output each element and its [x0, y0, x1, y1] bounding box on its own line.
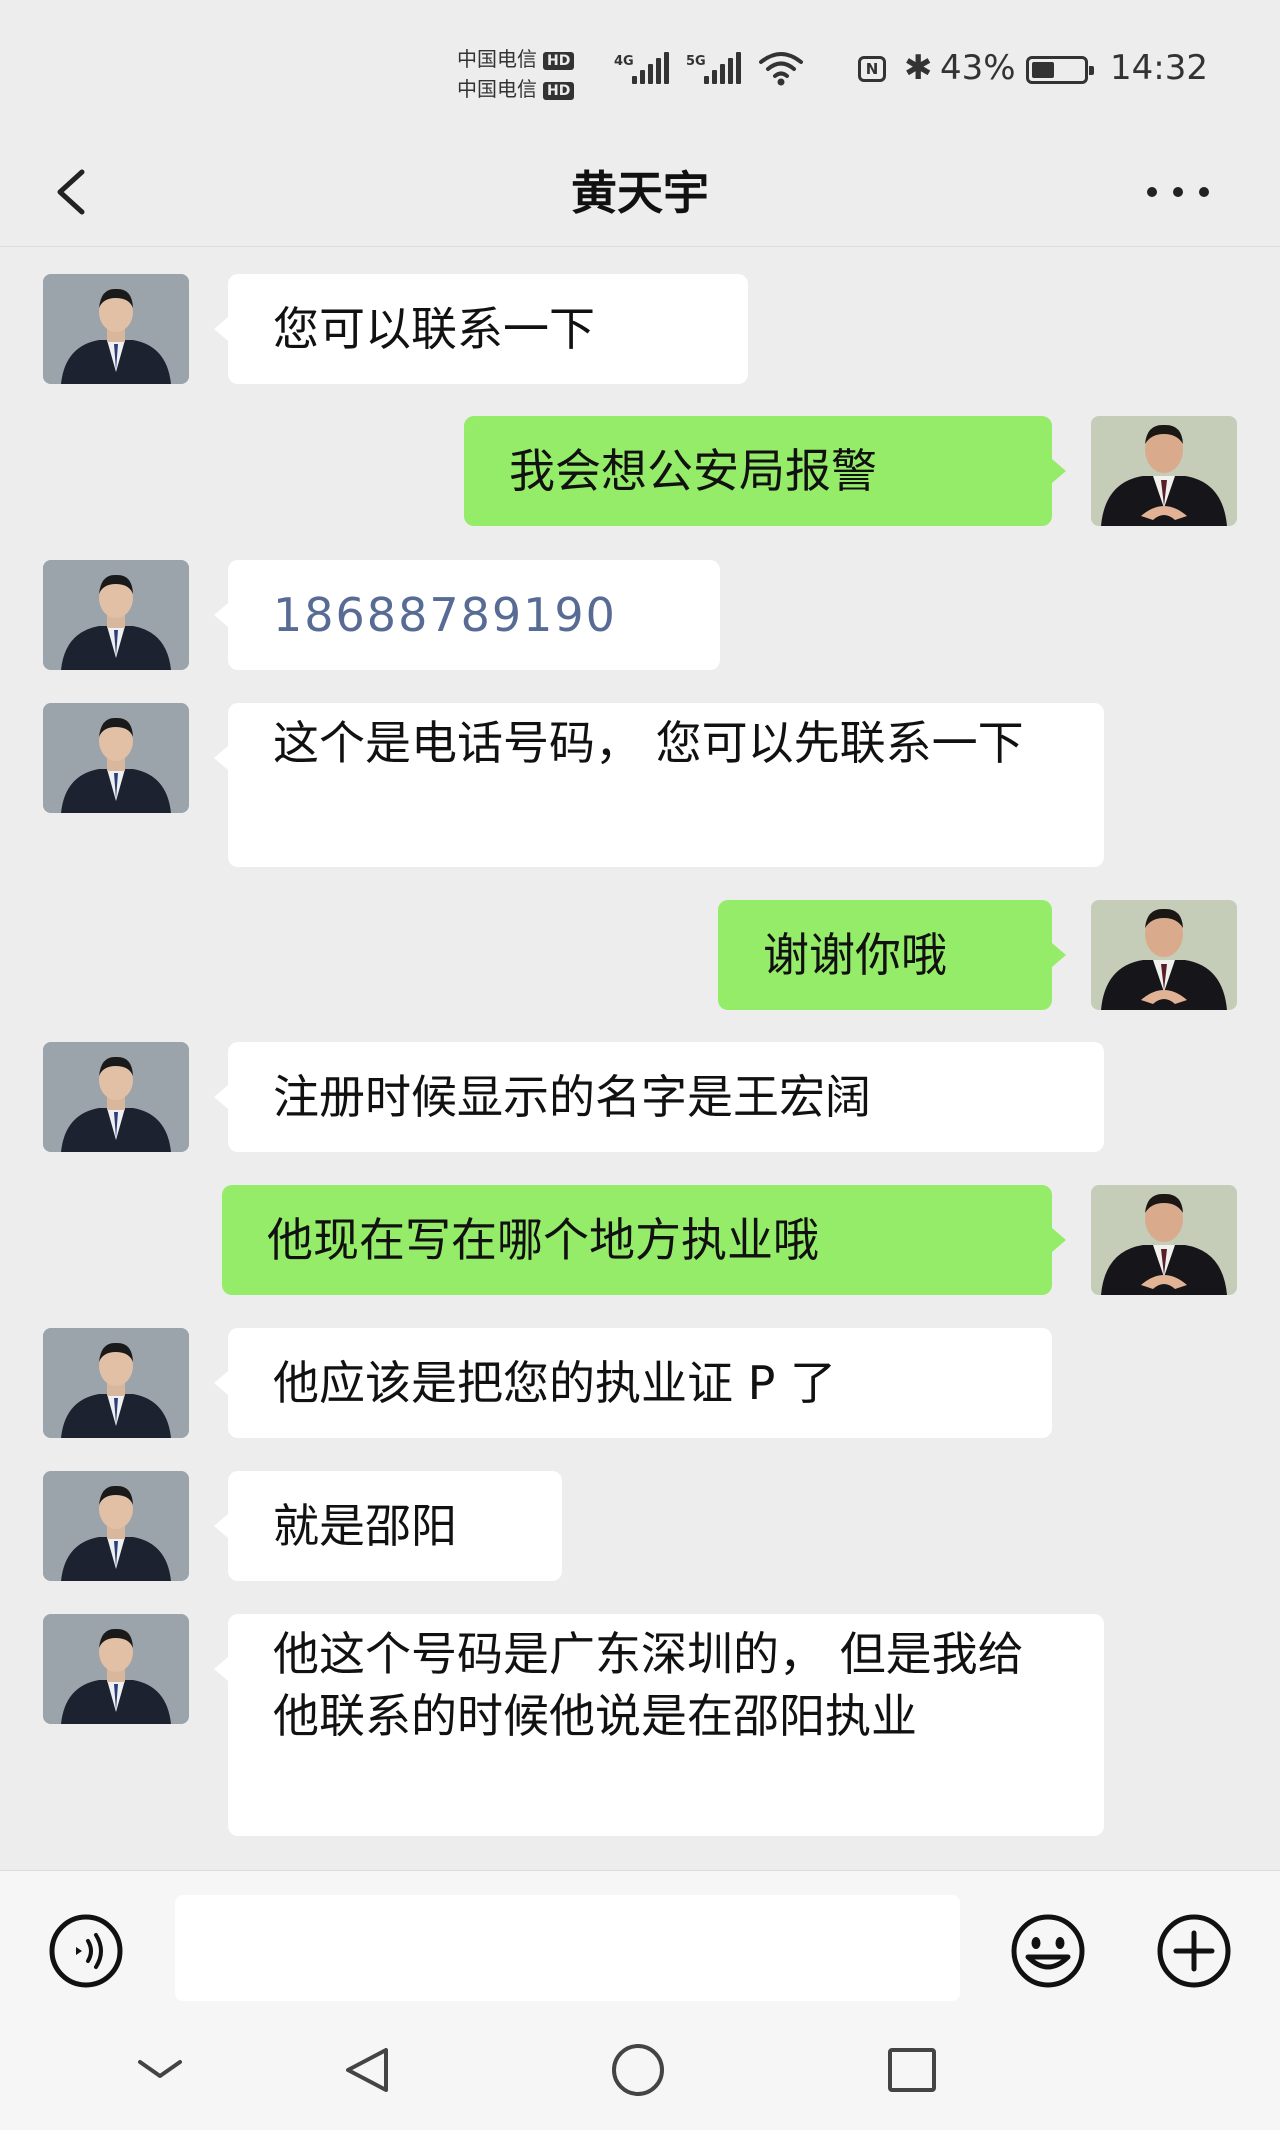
plus-button[interactable] — [1144, 1913, 1244, 1993]
carrier-2: 中国电信 — [457, 77, 537, 101]
voice-icon — [49, 1914, 123, 1988]
contact-avatar[interactable] — [43, 274, 189, 384]
incoming-message[interactable]: 他应该是把您的执业证 P 了 — [214, 1328, 1052, 1438]
status-bar: 中国电信 HD 中国电信 HD 4G 5G N ✱ 43% 14:32 — [0, 0, 1280, 140]
contact-avatar[interactable] — [43, 703, 189, 813]
nav-hide-button[interactable] — [130, 2040, 190, 2104]
signal-4g-label: 4G — [614, 54, 634, 69]
emoji-icon — [1011, 1914, 1085, 1988]
bluetooth-icon: ✱ — [904, 48, 933, 88]
more-button[interactable] — [1138, 152, 1218, 232]
incoming-message[interactable]: 18688789190 — [214, 560, 720, 670]
emoji-button[interactable] — [998, 1913, 1098, 1993]
my-avatar[interactable] — [1091, 900, 1237, 1010]
incoming-message[interactable]: 这个是电话号码， 您可以先联系一下 — [214, 703, 1104, 867]
signal-5g-label: 5G — [686, 54, 706, 69]
carrier-info: 中国电信 HD 中国电信 HD — [457, 44, 575, 104]
incoming-message[interactable]: 您可以联系一下 — [214, 274, 748, 384]
outgoing-message[interactable]: 谢谢你哦 — [718, 900, 1066, 1010]
contact-avatar[interactable] — [43, 560, 189, 670]
input-bar — [0, 1870, 1280, 2011]
outgoing-message[interactable]: 我会想公安局报警 — [464, 416, 1066, 526]
contact-avatar[interactable] — [43, 1042, 189, 1152]
status-time: 14:32 — [1110, 48, 1208, 88]
chevron-down-icon — [138, 2060, 182, 2078]
nav-home-button[interactable] — [608, 2040, 668, 2104]
incoming-message[interactable]: 他这个号码是广东深圳的， 但是我给他联系的时候他说是在邵阳执业 — [214, 1614, 1104, 1836]
message-input[interactable] — [175, 1895, 960, 2001]
nfc-icon: N — [858, 56, 886, 82]
triangle-back-icon — [346, 2048, 388, 2092]
battery-percent: 43% — [940, 48, 1016, 88]
chat-title: 黄天宇 — [571, 166, 709, 220]
system-nav-bar — [0, 2010, 1280, 2130]
incoming-message[interactable]: 就是邵阳 — [214, 1471, 562, 1581]
contact-avatar[interactable] — [43, 1471, 189, 1581]
chat-header: 黄天宇 — [0, 140, 1280, 247]
nav-back-button[interactable] — [338, 2040, 398, 2104]
my-avatar[interactable] — [1091, 416, 1237, 526]
contact-avatar[interactable] — [43, 1328, 189, 1438]
wifi-icon — [759, 52, 803, 86]
plus-icon — [1157, 1914, 1231, 1988]
my-avatar[interactable] — [1091, 1185, 1237, 1295]
more-dots-icon — [1147, 187, 1209, 197]
voice-button[interactable] — [38, 1913, 134, 1993]
nav-recent-button[interactable] — [882, 2040, 942, 2104]
square-recent-icon — [888, 2048, 936, 2092]
outgoing-message[interactable]: 他现在写在哪个地方执业哦 — [222, 1185, 1066, 1295]
battery-icon — [1026, 56, 1094, 84]
hd-badge-2: HD — [543, 81, 575, 100]
circle-home-icon — [612, 2044, 664, 2096]
contact-avatar[interactable] — [43, 1614, 189, 1724]
carrier-1: 中国电信 — [457, 47, 537, 71]
incoming-message[interactable]: 注册时候显示的名字是王宏阔 — [214, 1042, 1104, 1152]
hd-badge-1: HD — [543, 51, 575, 70]
